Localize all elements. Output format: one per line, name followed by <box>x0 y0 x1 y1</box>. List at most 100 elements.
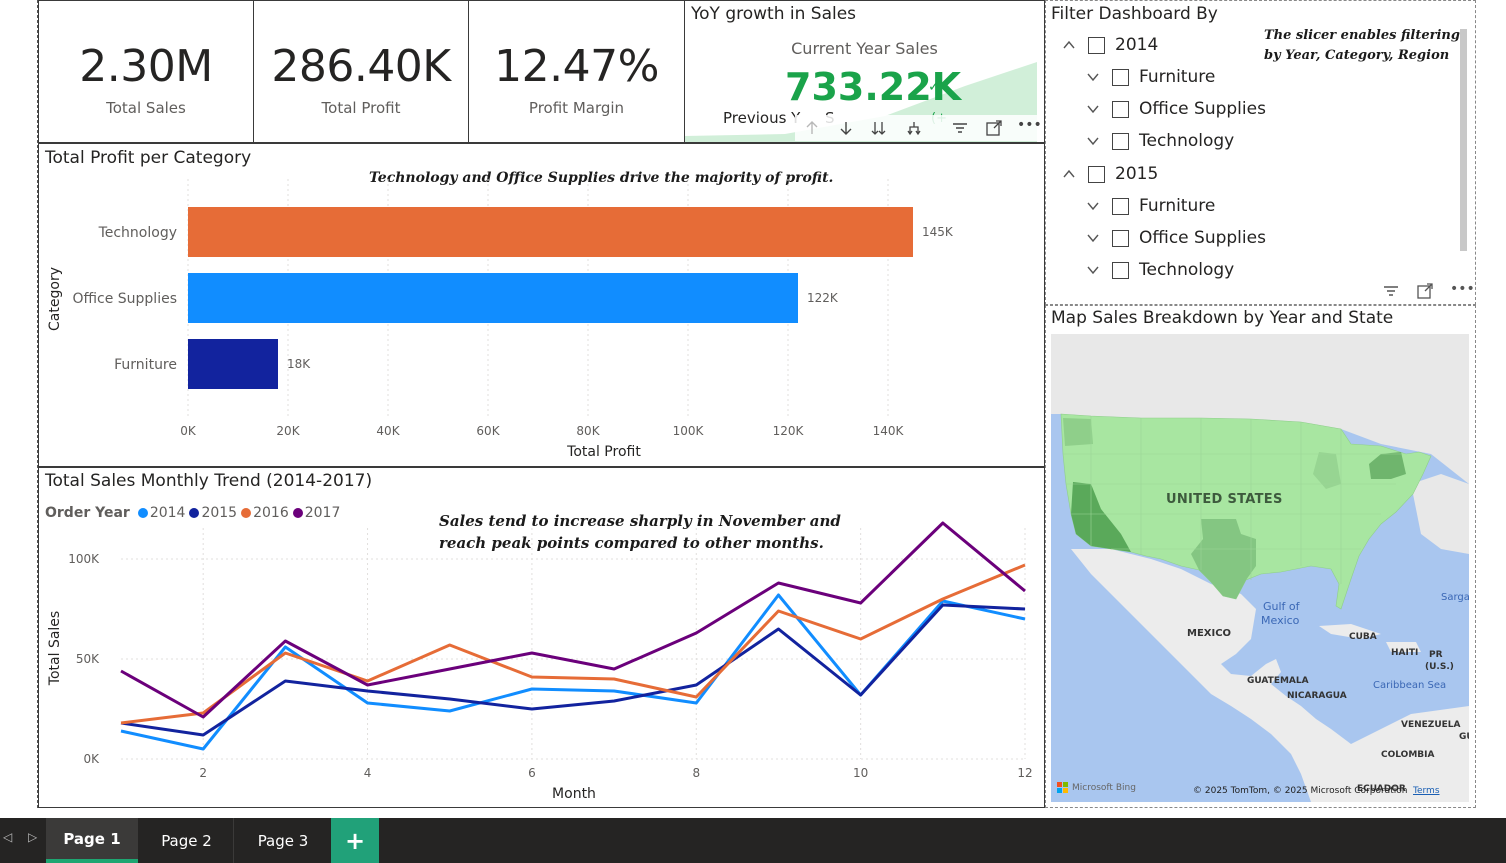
map-label-cuba: CUBA <box>1349 632 1377 642</box>
slicer-item-label: Technology <box>1139 260 1235 280</box>
y-tick-label: 100K <box>68 552 100 566</box>
filter-icon[interactable] <box>951 119 969 137</box>
plus-icon: + <box>344 826 366 855</box>
slicer-category-item[interactable]: Technology <box>1086 128 1234 154</box>
chevron-down-icon[interactable] <box>1086 102 1100 116</box>
focus-mode-icon[interactable] <box>1416 282 1434 300</box>
series-line-2014 <box>120 593 1026 751</box>
scroll-left-icon[interactable]: ◁ <box>3 830 12 844</box>
slicer-hierarchy-list[interactable]: 2014 Furniture Office Supplies Technology 20… <box>1062 32 1272 294</box>
slicer-item-label: 2014 <box>1115 35 1159 55</box>
map-label-caribbean: Caribbean Sea <box>1373 680 1447 691</box>
kpi-value: 286.40K <box>271 41 451 92</box>
monthly-trend-visual[interactable]: Total Sales Monthly Trend (2014-2017) Sa… <box>38 467 1045 808</box>
page-tab-bar: ◁ ▷ Page 1 Page 2 Page 3 + <box>0 818 1506 863</box>
slicer-item-label: Technology <box>1139 131 1235 151</box>
kpi-label: Total Profit <box>321 99 401 117</box>
checkbox[interactable] <box>1112 68 1129 86</box>
x-tick-label: 10 <box>853 766 868 780</box>
checkbox[interactable] <box>1088 165 1105 183</box>
checkbox[interactable] <box>1112 100 1129 118</box>
slicer-category-item[interactable]: Office Supplies <box>1086 96 1266 122</box>
checkbox[interactable] <box>1112 197 1129 215</box>
tab-label: Page 1 <box>63 829 121 848</box>
map-copyright: © 2025 TomTom, © 2025 Microsoft Corporat… <box>1193 786 1408 796</box>
chevron-down-icon[interactable] <box>1086 231 1100 245</box>
slicer-item-label: Office Supplies <box>1139 228 1266 248</box>
tab-page-3[interactable]: Page 3 <box>236 818 330 863</box>
tab-page-2[interactable]: Page 2 <box>140 818 234 863</box>
go-to-next-level-icon[interactable] <box>870 119 888 137</box>
kpi-value: 2.30M <box>79 41 213 92</box>
y-tick-label: 50K <box>76 652 100 666</box>
y-axis-label: Category <box>47 267 63 331</box>
expand-hierarchy-icon[interactable] <box>905 119 923 137</box>
slicer-annotation: The slicer enables filtering by Year, Ca… <box>1264 28 1460 63</box>
data-label: 145K <box>922 225 954 239</box>
chevron-down-icon[interactable] <box>1086 263 1100 277</box>
slicer-category-item[interactable]: Technology <box>1086 257 1234 283</box>
slicer-scrollbar[interactable] <box>1460 29 1467 251</box>
yoy-title: YoY growth in Sales <box>691 4 857 24</box>
map-label-gulf-2: Mexico <box>1261 614 1300 627</box>
bing-logo: Microsoft Bing <box>1057 782 1136 793</box>
x-tick-label: 4 <box>364 766 372 780</box>
x-tick-label: 100K <box>673 424 705 438</box>
chevron-up-icon[interactable] <box>1062 167 1076 181</box>
slicer-title: Filter Dashboard By <box>1051 4 1218 24</box>
category-label: Furniture <box>114 357 177 373</box>
tab-label: Page 3 <box>257 831 309 850</box>
drill-up-icon[interactable] <box>803 119 821 137</box>
filter-icon[interactable] <box>1382 282 1400 300</box>
slicer-category-item[interactable]: Office Supplies <box>1086 225 1266 251</box>
map-label-gulf-1: Gulf of <box>1263 600 1300 613</box>
slicer-category-item[interactable]: Furniture <box>1086 193 1215 219</box>
x-tick-label: 2 <box>199 766 207 780</box>
chevron-down-icon[interactable] <box>1086 134 1100 148</box>
kpi-card-profit-margin[interactable]: 12.47% Profit Margin <box>468 0 685 143</box>
checkbox[interactable] <box>1112 229 1129 247</box>
kpi-card-total-profit[interactable]: 286.40K Total Profit <box>253 0 469 143</box>
category-label: Technology <box>98 225 177 241</box>
yoy-growth-card[interactable]: YoY growth in Sales Current Year Sales 7… <box>684 0 1045 143</box>
chevron-down-icon[interactable] <box>1086 199 1100 213</box>
more-options-icon[interactable]: ••• <box>1450 281 1475 297</box>
chevron-down-icon[interactable] <box>1086 70 1100 84</box>
focus-mode-icon[interactable] <box>985 119 1003 137</box>
map-label-us: UNITED STATES <box>1166 492 1283 507</box>
x-tick-label: 20K <box>276 424 300 438</box>
map-label-venezuela: VENEZUELA <box>1401 720 1461 730</box>
kpi-card-total-sales[interactable]: 2.30M Total Sales <box>38 0 254 143</box>
slicer-visual[interactable]: Filter Dashboard By The slicer enables f… <box>1045 0 1476 305</box>
map-label-pr-2: (U.S.) <box>1425 662 1454 672</box>
map-visual[interactable]: Map Sales Breakdown by Year and State UN… <box>1045 305 1476 808</box>
slicer-year-2014[interactable]: 2014 <box>1062 32 1158 58</box>
map-terms-link[interactable]: Terms <box>1413 786 1440 796</box>
checkbox[interactable] <box>1112 261 1129 279</box>
slicer-year-2015[interactable]: 2015 <box>1062 161 1158 187</box>
add-page-button[interactable]: + <box>331 818 379 863</box>
more-options-icon[interactable]: ••• <box>1017 117 1042 133</box>
slicer-category-item[interactable]: Furniture <box>1086 64 1215 90</box>
checkbox[interactable] <box>1112 132 1129 150</box>
scroll-right-icon[interactable]: ▷ <box>28 830 37 844</box>
yoy-current-label: Current Year Sales <box>791 39 938 58</box>
bar <box>188 207 913 257</box>
profit-bar-chart: 0K 20K 40K 60K 80K 100K 120K 140K Technology 145K… <box>47 179 954 460</box>
bar <box>188 273 798 323</box>
tab-page-1[interactable]: Page 1 <box>46 818 138 863</box>
chevron-up-icon[interactable] <box>1062 38 1076 52</box>
check-icon: ✓ <box>928 79 940 95</box>
map-canvas[interactable]: UNITED STATES Gulf of Mexico MEXICO CUBA… <box>1051 334 1469 802</box>
map-label-sargasso: Sargas <box>1441 592 1469 603</box>
x-tick-label: 140K <box>873 424 905 438</box>
x-tick-label: 60K <box>476 424 500 438</box>
drill-down-icon[interactable] <box>837 119 855 137</box>
kpi-label: Profit Margin <box>528 99 625 117</box>
x-tick-label: 0K <box>180 424 197 438</box>
y-axis-label: Total Sales <box>47 611 63 686</box>
windows-logo-icon <box>1057 782 1068 793</box>
profit-per-category-visual[interactable]: Total Profit per Category Technology and… <box>38 143 1045 467</box>
map-label-pr-1: PR <box>1429 650 1443 660</box>
checkbox[interactable] <box>1088 36 1105 54</box>
